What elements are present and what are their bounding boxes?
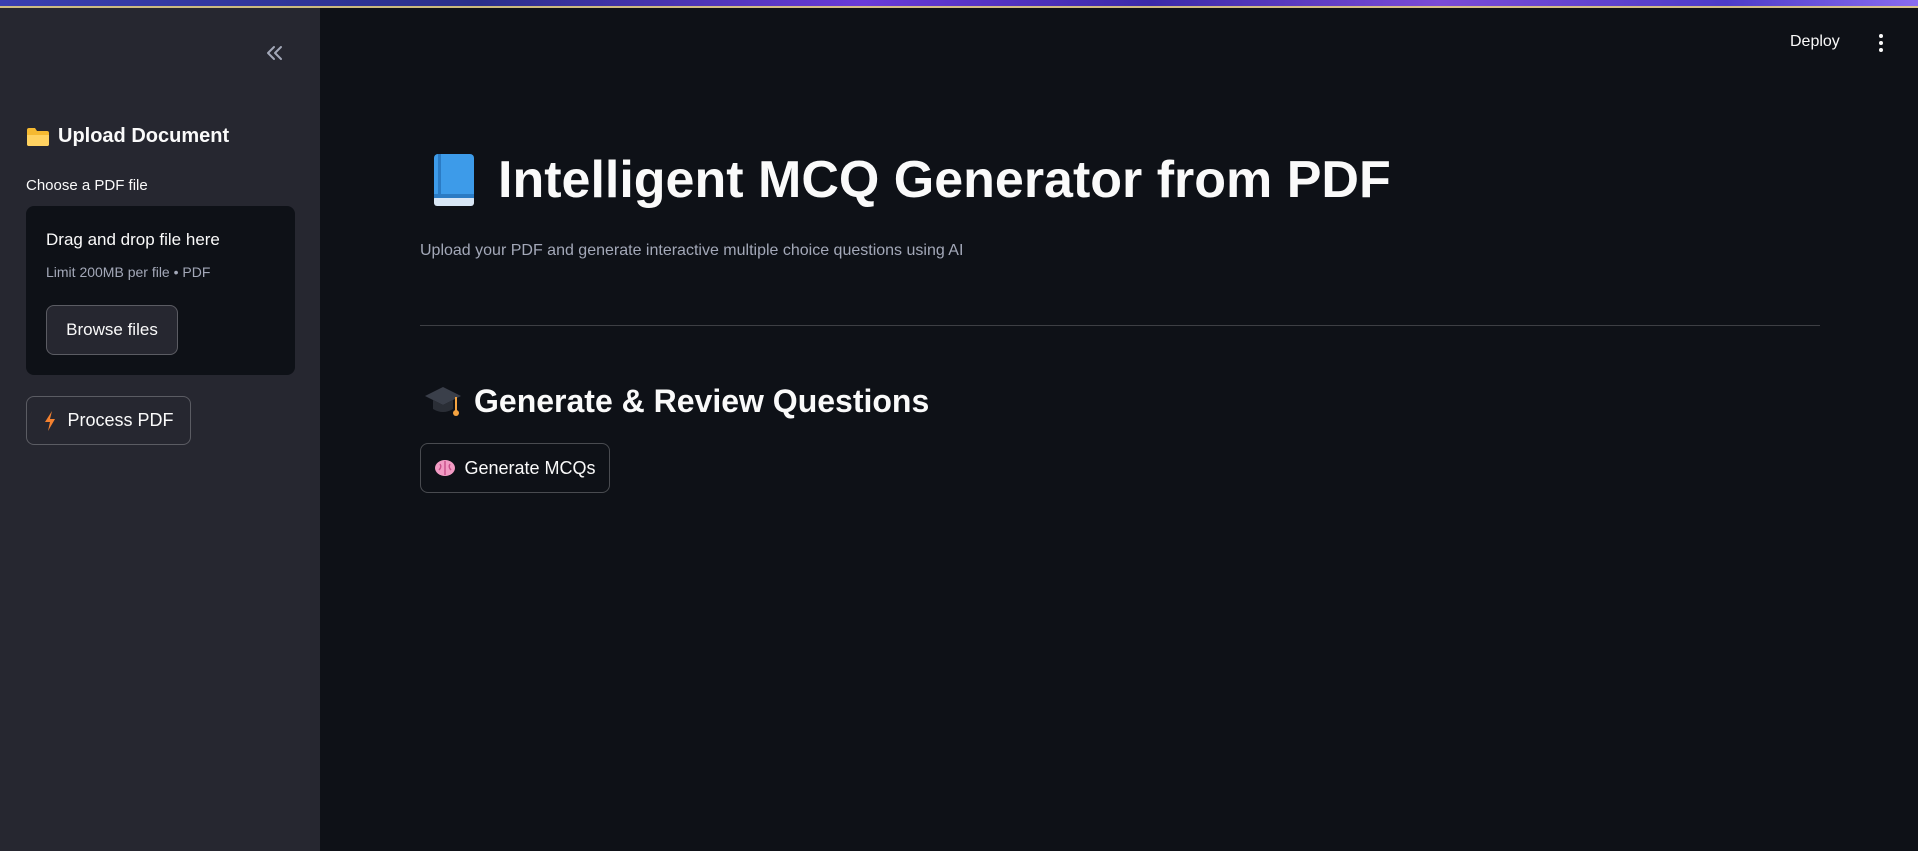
page-title-text: Intelligent MCQ Generator from PDF	[498, 151, 1391, 209]
upload-document-header: Upload Document	[26, 125, 229, 148]
file-dropzone[interactable]: Drag and drop file here Limit 200MB per …	[26, 206, 295, 375]
process-pdf-button[interactable]: Process PDF	[26, 396, 191, 445]
graduation-cap-icon	[425, 386, 461, 416]
section-divider	[420, 325, 1820, 326]
process-pdf-label: Process PDF	[67, 410, 174, 430]
lightning-icon	[45, 410, 56, 431]
main-menu-button[interactable]	[1872, 30, 1890, 56]
top-decoration-bar	[0, 0, 1918, 8]
brain-icon	[435, 460, 456, 476]
generate-mcqs-button[interactable]: Generate MCQs	[420, 443, 610, 493]
page-title: Intelligent MCQ Generator from PDF	[430, 150, 1391, 210]
generate-mcqs-label: Generate MCQs	[464, 457, 596, 478]
deploy-button[interactable]: Deploy	[1790, 33, 1840, 51]
vertical-ellipsis-icon	[1879, 34, 1883, 38]
generate-review-title: Generate & Review Questions	[474, 383, 930, 419]
blue-book-icon	[434, 154, 474, 206]
dropzone-title: Drag and drop file here	[46, 230, 220, 249]
double-chevron-left-icon	[267, 46, 282, 60]
folder-icon	[27, 127, 49, 146]
file-uploader-label: Choose a PDF file	[26, 177, 148, 194]
collapse-sidebar-button[interactable]	[262, 40, 288, 66]
sidebar: Upload Document Choose a PDF file Drag a…	[0, 8, 320, 851]
browse-files-button[interactable]: Browse files	[46, 305, 178, 355]
dropzone-limit-text: Limit 200MB per file • PDF	[46, 264, 211, 280]
upload-document-title: Upload Document	[58, 125, 230, 147]
generate-review-header: Generate & Review Questions	[424, 383, 929, 420]
page-subtitle: Upload your PDF and generate interactive…	[420, 242, 964, 259]
